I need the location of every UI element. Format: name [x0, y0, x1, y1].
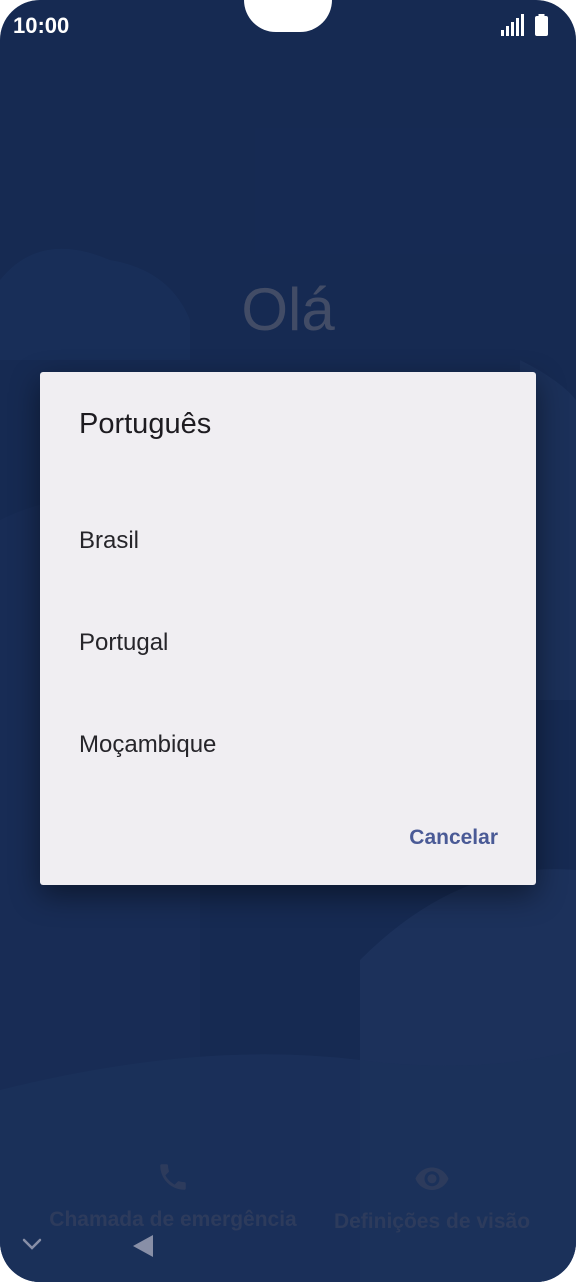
- dialog-title: Português: [79, 408, 212, 440]
- option-brasil[interactable]: Brasil: [40, 496, 536, 586]
- cancel-button[interactable]: Cancelar: [399, 822, 508, 854]
- option-portugal[interactable]: Portugal: [40, 598, 536, 688]
- option-mocambique[interactable]: Moçambique: [40, 700, 536, 790]
- option-label: Brasil: [79, 527, 140, 554]
- battery-icon: [535, 14, 548, 36]
- status-bar: 10:00: [0, 0, 576, 54]
- option-label: Portugal: [79, 629, 169, 656]
- option-label: Moçambique: [79, 731, 217, 758]
- status-time: 10:00: [13, 13, 70, 38]
- language-region-dialog: Português Brasil Portugal Moçambique Can…: [40, 372, 536, 885]
- phone-screen: Olá Chamada de emergência Definições de …: [0, 0, 576, 1282]
- signal-icon: [501, 14, 524, 36]
